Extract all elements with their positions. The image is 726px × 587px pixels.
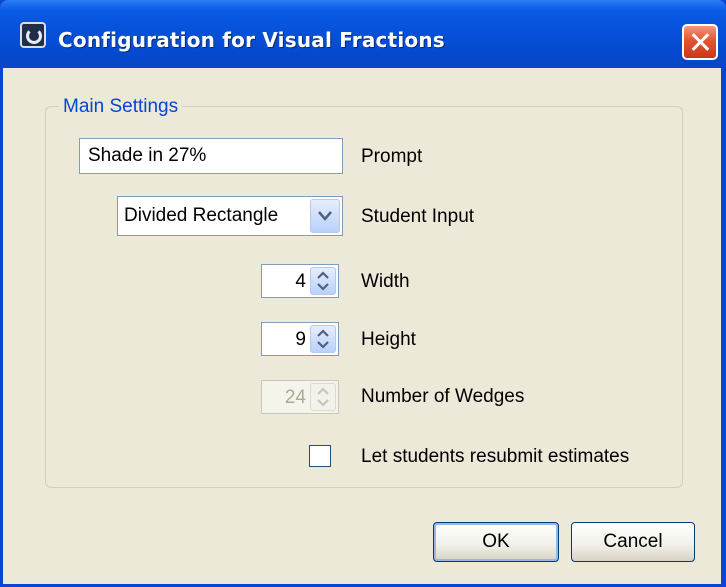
close-button[interactable] — [682, 24, 718, 60]
width-label: Width — [361, 271, 410, 292]
spin-arrows-icon — [317, 387, 329, 407]
spin-arrows-icon — [317, 271, 329, 291]
dropdown-button[interactable] — [310, 199, 340, 233]
spin-arrows-icon — [317, 329, 329, 349]
height-spinner[interactable]: 9 — [261, 322, 339, 356]
title-bar[interactable]: Configuration for Visual Fractions — [0, 0, 726, 68]
dialog-body: Main Settings Prompt Divided Rectangle S… — [3, 68, 721, 584]
wedges-value: 24 — [284, 387, 306, 408]
height-spin-buttons[interactable] — [310, 325, 336, 353]
cancel-button[interactable]: Cancel — [571, 522, 695, 562]
ok-button[interactable]: OK — [433, 522, 559, 562]
student-input-label: Student Input — [361, 206, 475, 227]
chevron-down-icon — [318, 211, 332, 221]
student-input-value: Divided Rectangle — [124, 205, 279, 226]
resubmit-checkbox[interactable] — [309, 445, 331, 467]
width-spin-buttons[interactable] — [310, 267, 336, 295]
prompt-label: Prompt — [361, 146, 423, 167]
app-icon[interactable] — [20, 22, 46, 48]
main-settings-title: Main Settings — [59, 96, 183, 118]
wedges-label: Number of Wedges — [361, 386, 525, 407]
prompt-input[interactable] — [79, 138, 343, 174]
width-value: 4 — [295, 271, 306, 292]
wedges-spinner: 24 — [261, 380, 339, 414]
window-title: Configuration for Visual Fractions — [58, 28, 445, 52]
resubmit-label[interactable]: Let students resubmit estimates — [361, 446, 629, 468]
dialog-window: Configuration for Visual Fractions Main … — [0, 0, 726, 587]
wedges-spin-buttons — [310, 383, 336, 411]
height-value: 9 — [295, 329, 306, 350]
height-label: Height — [361, 329, 416, 350]
width-spinner[interactable]: 4 — [261, 264, 339, 298]
student-input-dropdown[interactable]: Divided Rectangle — [117, 196, 343, 236]
